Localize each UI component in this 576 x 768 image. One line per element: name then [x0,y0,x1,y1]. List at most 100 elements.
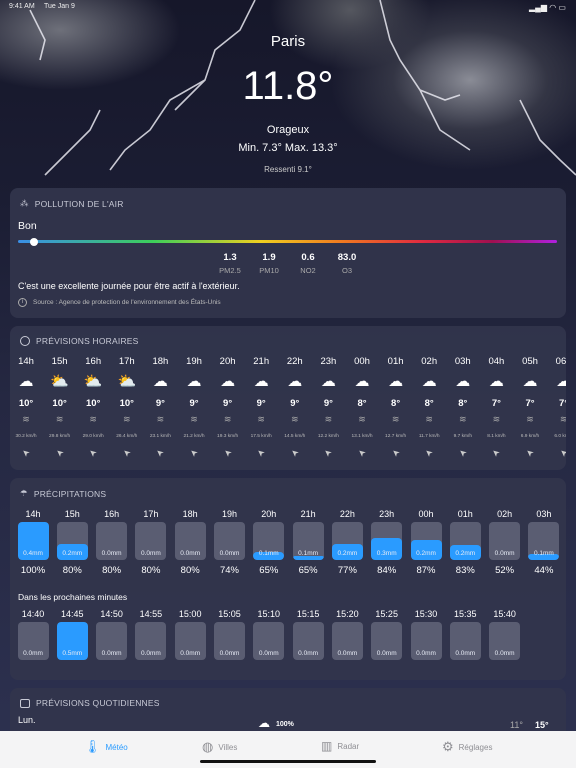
cloud-moon-rain-icon: ☁ [320,373,336,390]
hour-temp: 8° [458,398,468,409]
wind-direction-arrow-icon: ➤ [523,446,536,460]
hourly-item: 23h ☁ 9° ≋ 12.2 km/h ➤ [311,326,345,470]
hourly-item: 15h ⛅ 10° ≋ 29.8 km/h ➤ [43,326,77,470]
cloud-moon-icon: ☁ [488,373,504,390]
precip-time-label: 02h [497,509,513,519]
wind-icon: ≋ [559,414,566,424]
cloud-moon-icon: ☁ [421,373,437,390]
wind-icon: ≋ [257,414,265,424]
tab-label: Radar [337,741,360,751]
hourly-item: 16h ⛅ 10° ≋ 29.0 km/h ➤ [76,326,110,470]
cloud-moon-icon: ☁ [186,373,202,390]
precip-amount: 0.0mm [23,650,43,657]
precip-amount: 0.1mm [298,550,319,557]
hourly-item: 01h ☁ 8° ≋ 12.7 km/h ➤ [379,326,413,470]
precip-bar: 0.0mm [449,622,481,660]
hourly-item: 20h ☁ 9° ≋ 19.3 km/h ➤ [211,326,245,470]
wind-direction-arrow-icon: ➤ [288,446,301,460]
precip-time-label: 22h [339,509,355,519]
pollutant-name: NO2 [300,266,316,275]
precip-probability: 80% [141,565,161,576]
precip-bar: 0.2mm [331,522,363,560]
tab-villes[interactable]: ◍ Villes [202,739,237,755]
status-time: 9:41 AM [9,3,35,10]
precip-bar: 0.0mm [174,522,206,560]
precip-probability: 44% [534,565,554,576]
city-name: Paris [270,33,306,50]
precip-time-label: 03h [536,509,552,519]
precip-amount: 0.5mm [62,650,83,657]
precip-bar: 0.1mm [528,522,560,560]
precip-probability: 65% [298,565,318,576]
hour-label: 04h [488,356,505,367]
wind-icon: ≋ [223,414,232,424]
precip-time-label: 15:30 [414,609,438,619]
tab-radar[interactable]: ▥ Radar [321,739,359,753]
precip-time-label: 14:50 [100,609,123,619]
tab-reglages[interactable]: ⚙ Réglages [442,739,492,755]
wind-direction-arrow-icon: ➤ [557,446,566,460]
precip-probability: 80% [102,565,122,576]
precip-time-label: 20h [261,509,277,519]
calendar-icon [20,698,30,708]
precip-amount: 0.0mm [219,650,240,657]
hour-temp: 8° [391,398,401,409]
precip-time-label: 15:25 [375,609,398,619]
hour-temp: 9° [323,398,333,409]
card-title: PRÉCIPITATIONS [33,488,107,499]
precip-amount: 0.0mm [416,650,436,657]
precip-time-label: 15:35 [454,609,477,619]
hour-temp: 9° [256,398,266,409]
hour-label: 06h [555,356,566,367]
globe-icon: ◍ [202,739,214,754]
cloud-moon-rain-icon: ☁ [253,373,269,390]
precip-time-label: 21h [300,509,316,519]
wind-direction-arrow-icon: ➤ [86,446,99,460]
precip-amount: 0.0mm [180,650,201,657]
air-quality-marker [30,237,39,246]
precip-probability: 74% [219,565,239,576]
wind-icon: ≋ [324,414,333,424]
hourly-item: 17h ⛅ 10° ≋ 26.4 km/h ➤ [110,326,144,470]
cloud-moon-icon: ☁ [522,373,538,390]
precip-time-label: 14:45 [61,609,84,619]
precip-bar: 0.1mm [253,522,285,560]
wind-icon: ≋ [358,414,366,424]
wind-icon: ≋ [425,414,433,424]
day-min: 11° [510,720,523,730]
hour-label: 05h [522,356,538,367]
precip-amount: 0.0mm [258,650,279,657]
hourly-item: 22h ☁ 9° ≋ 14.5 km/h ➤ [278,326,312,470]
precip-bar: 0.0mm [174,622,206,660]
hourly-item: 14h ☁ 10° ≋ 30.2 km/h ➤ [10,326,43,470]
precip-time-label: 15:05 [218,609,241,619]
status-icons: ▂▄▆ ◠ ▭ [529,3,566,12]
hour-temp: 9° [290,398,300,409]
hour-label: 03h [454,356,471,367]
precip-time-label: 15:00 [178,609,202,619]
tab-label: Réglages [458,742,493,752]
precip-amount: 0.0mm [101,650,122,657]
wind-icon: ≋ [291,414,299,424]
umbrella-icon: ☂ [20,488,28,498]
wind-icon: ≋ [123,414,131,424]
tab-meteo[interactable]: 🌡︎ Météo [84,739,128,755]
precip-time-label: 14:55 [139,609,163,619]
pollutant-name: PM10 [259,266,279,275]
tab-label: Météo [105,742,128,752]
hour-label: 17h [118,356,135,367]
wind-direction-arrow-icon: ➤ [355,446,368,460]
wind-icon: ≋ [156,414,165,424]
hour-temp: 9° [223,398,233,409]
hourly-item: 19h ☁ 9° ≋ 21.2 km/h ➤ [177,326,211,470]
cloud-moon-rain-icon: ☁ [354,373,370,390]
precip-amount: 0.4mm [23,550,43,557]
hour-label: 22h [286,356,303,367]
precip-probability: 87% [416,565,436,576]
hourly-forecast-card[interactable]: PRÉVISIONS HORAIRES 14h ☁ 10° ≋ 30.2 km/h ➤ 15… [10,326,566,470]
hour-temp: 10° [86,398,101,409]
wind-direction-arrow-icon: ➤ [187,446,200,460]
precip-amount: 0.3mm [376,550,397,557]
wind-icon: ≋ [391,414,400,424]
precip-bar: 0.0mm [214,522,245,560]
